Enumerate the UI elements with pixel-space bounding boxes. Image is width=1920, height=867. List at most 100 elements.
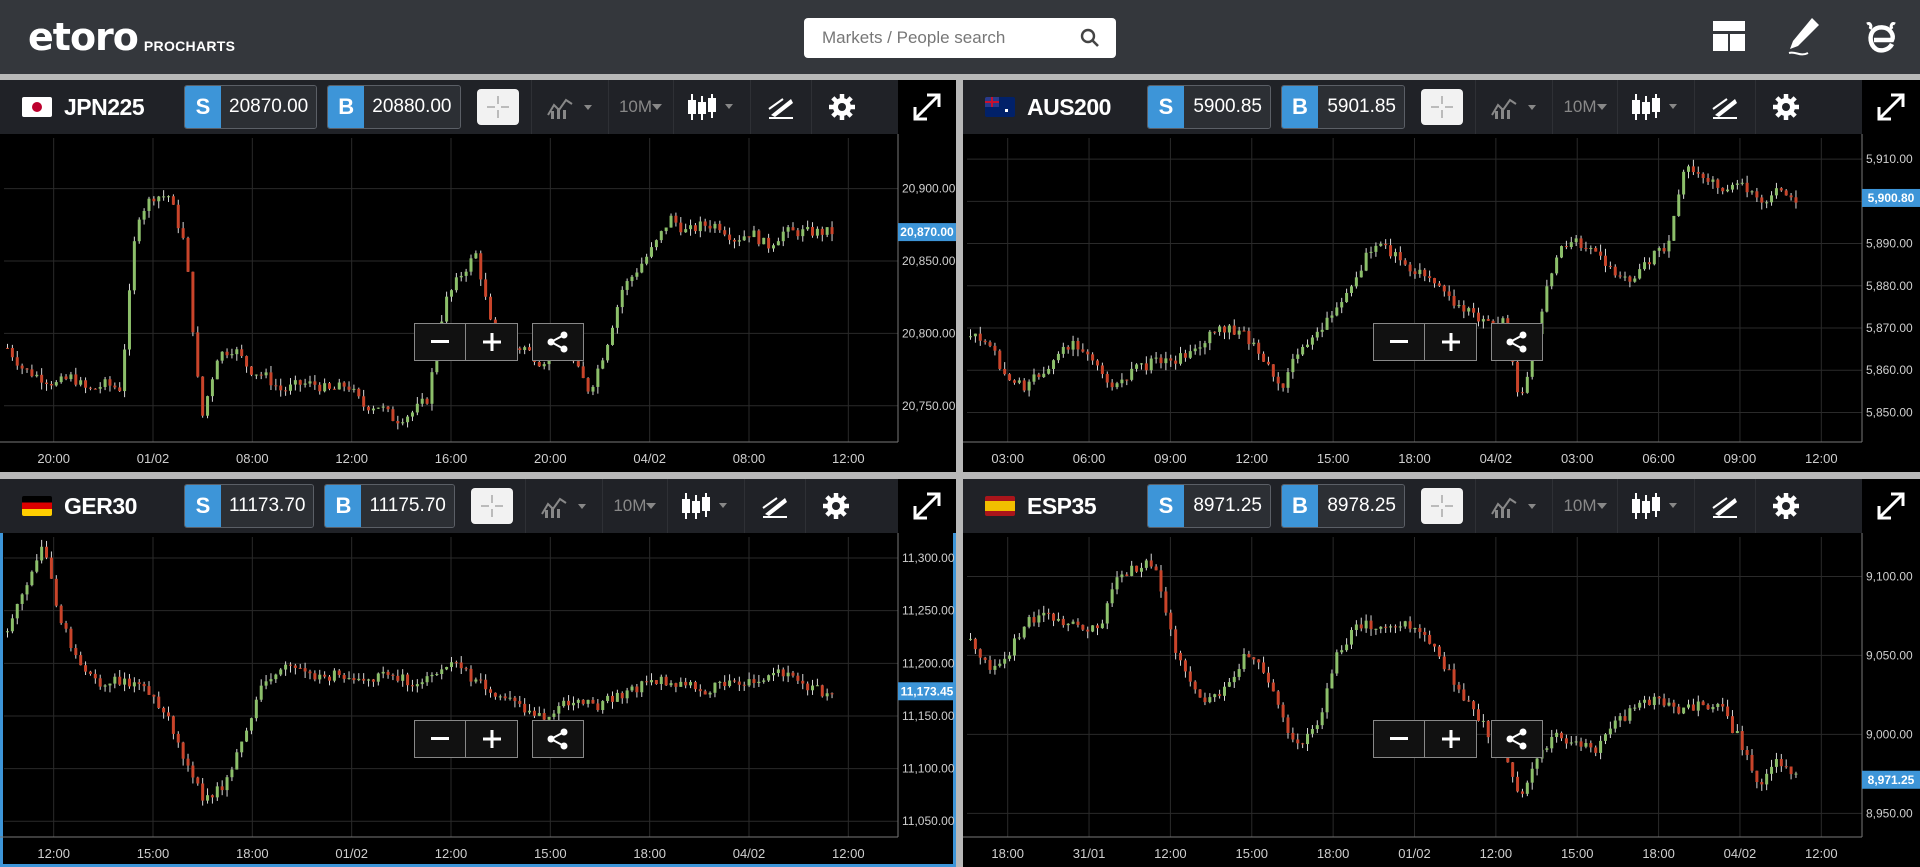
buy-button[interactable]: B 11175.70 <box>324 484 455 528</box>
instrument-symbol[interactable]: JPN225 <box>64 94 184 121</box>
candle <box>64 374 68 381</box>
timeframe-dropdown[interactable]: 10M <box>1552 80 1617 134</box>
indicators-dropdown[interactable] <box>1475 479 1552 533</box>
drawing-tools-button[interactable] <box>749 80 811 134</box>
expand-button[interactable] <box>898 479 956 533</box>
zoom-out-button[interactable] <box>414 720 466 759</box>
pencil-icon[interactable] <box>1786 16 1822 58</box>
candle <box>1349 284 1353 297</box>
zoom-out-button[interactable] <box>414 323 466 362</box>
chart-type-dropdown[interactable] <box>1617 479 1694 533</box>
chart-panel-aus200[interactable]: AUS200 S 5900.85 B 5901.85 10M 5,910.00 … <box>963 80 1920 472</box>
zoom-in-button[interactable] <box>1425 720 1477 759</box>
candle <box>1530 762 1534 790</box>
drawing-tools-button[interactable] <box>743 479 805 533</box>
candle <box>484 272 488 300</box>
candle <box>1682 707 1686 715</box>
candle <box>1159 354 1163 369</box>
zoom-in-button[interactable] <box>466 323 518 362</box>
drawing-tools-icon <box>1712 98 1737 119</box>
indicators-dropdown[interactable] <box>530 80 608 134</box>
zoom-in-button[interactable] <box>466 720 518 759</box>
zoom-out-button[interactable] <box>1373 323 1425 362</box>
buy-button[interactable]: B 5901.85 <box>1281 85 1405 129</box>
chart-panel-esp35[interactable]: ESP35 S 8971.25 B 8978.25 10M 9,100.00 9… <box>963 479 1920 867</box>
drawing-tools-button[interactable] <box>1694 479 1755 533</box>
candle <box>1008 651 1012 662</box>
candle <box>332 386 336 390</box>
settings-button[interactable] <box>1755 479 1816 533</box>
candle <box>59 373 63 384</box>
price-chart[interactable]: 5,910.005,900.005,890.005,880.005,870.00… <box>963 134 1920 472</box>
indicators-dropdown[interactable] <box>524 479 602 533</box>
share-button[interactable] <box>1491 323 1543 362</box>
zoom-out-button[interactable] <box>1373 720 1425 759</box>
search-input[interactable] <box>820 27 1080 49</box>
candle <box>713 221 717 233</box>
candle <box>1647 257 1651 270</box>
buy-button[interactable]: B 20880.00 <box>327 85 461 129</box>
timeframe-dropdown[interactable]: 10M <box>1552 479 1617 533</box>
expand-button[interactable] <box>898 80 956 134</box>
expand-button[interactable] <box>1862 479 1920 533</box>
crosshair-button[interactable] <box>1421 488 1463 524</box>
candle <box>689 219 693 236</box>
sell-button[interactable]: S 20870.00 <box>184 85 318 129</box>
etoro-e-icon[interactable] <box>1862 18 1900 56</box>
candle <box>1389 624 1393 633</box>
sell-button[interactable]: S 5900.85 <box>1147 85 1271 129</box>
etoro-logo[interactable]: etoro PROCHARTS <box>28 18 235 56</box>
layout-icon[interactable] <box>1712 20 1746 52</box>
crosshair-button[interactable] <box>470 488 513 524</box>
timeframe-dropdown[interactable]: 10M <box>607 80 673 134</box>
price-chart[interactable]: 11,300.00 11,250.00 11,200.00 11,150.00 11,1… <box>0 533 956 867</box>
candle <box>1359 264 1363 278</box>
share-button[interactable] <box>532 323 584 362</box>
candle <box>669 680 673 688</box>
instrument-symbol[interactable]: AUS200 <box>1027 94 1147 121</box>
timeframe-dropdown[interactable]: 10M <box>601 479 667 533</box>
price-chart[interactable]: 20,900.00 20,850.00 20,800.00 20,750.00 20:0… <box>0 134 956 472</box>
crosshair-button[interactable] <box>1421 89 1463 125</box>
candle <box>357 387 361 399</box>
chart-type-dropdown[interactable] <box>666 479 744 533</box>
candle <box>1652 250 1656 266</box>
instrument-symbol[interactable]: ESP35 <box>1027 493 1147 520</box>
candle <box>983 656 987 664</box>
chart-panel-ger30[interactable]: GER30 S 11173.70 B 11175.70 10M 11,300.0… <box>0 479 956 867</box>
candle <box>1193 344 1197 355</box>
candle <box>1208 330 1212 351</box>
candle <box>1198 689 1202 698</box>
candle <box>998 659 1002 668</box>
sell-price: 5900.85 <box>1184 86 1270 128</box>
candle <box>1638 700 1642 711</box>
crosshair-button[interactable] <box>476 89 519 125</box>
instrument-symbol[interactable]: GER30 <box>64 493 184 520</box>
candle <box>732 238 736 249</box>
sell-button[interactable]: S 8971.25 <box>1147 484 1271 528</box>
plus-icon <box>1441 333 1460 352</box>
candle <box>825 227 829 238</box>
share-button[interactable] <box>1491 720 1543 759</box>
drawing-tools-button[interactable] <box>1694 80 1755 134</box>
sell-button[interactable]: S 11173.70 <box>184 484 315 528</box>
search-icon[interactable] <box>1080 28 1100 48</box>
chart-type-dropdown[interactable] <box>672 80 750 134</box>
search-box[interactable] <box>804 18 1116 58</box>
candle <box>781 226 785 247</box>
candle <box>767 674 771 682</box>
buy-button[interactable]: B 8978.25 <box>1281 484 1405 528</box>
expand-button[interactable] <box>1862 80 1920 134</box>
zoom-in-button[interactable] <box>1425 323 1477 362</box>
settings-button[interactable] <box>810 80 872 134</box>
price-chart[interactable]: 9,100.00 9,050.00 9,000.00 8,950.00 18:00 31/… <box>963 533 1920 867</box>
chart-panel-jpn225[interactable]: JPN225 S 20870.00 B 20880.00 10M 20,900.… <box>0 80 956 472</box>
drawing-tools-icon <box>762 497 787 518</box>
candle <box>479 673 483 684</box>
candle <box>1047 365 1051 375</box>
settings-button[interactable] <box>804 479 866 533</box>
chart-type-dropdown[interactable] <box>1617 80 1694 134</box>
indicators-dropdown[interactable] <box>1475 80 1552 134</box>
settings-button[interactable] <box>1755 80 1816 134</box>
share-button[interactable] <box>532 720 584 759</box>
